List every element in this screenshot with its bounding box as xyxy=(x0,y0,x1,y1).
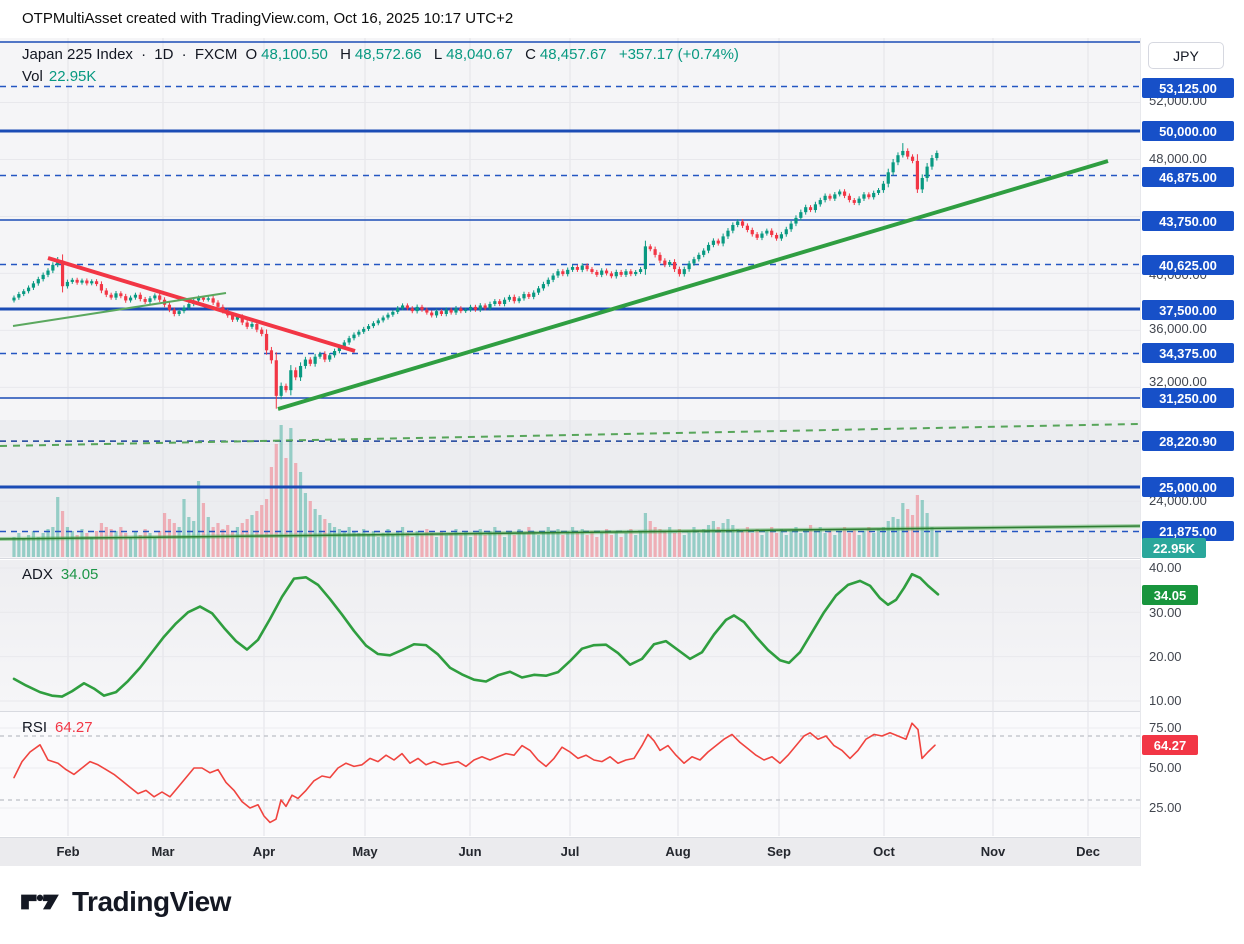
timeframe: 1D xyxy=(154,46,174,63)
volume-value: 22.95K xyxy=(48,68,97,85)
price-level-badge: 53,125.00 xyxy=(1142,78,1234,98)
adx-scale-label: 40.00 xyxy=(1149,560,1182,575)
rsi-scale-label: 50.00 xyxy=(1149,760,1182,775)
rsi-legend[interactable]: RSI 64.27 xyxy=(22,719,93,736)
month-label: Feb xyxy=(56,844,80,859)
month-label: Mar xyxy=(151,844,175,859)
rsi-value-badge: 64.27 xyxy=(1142,735,1198,755)
adx-legend[interactable]: ADX 34.05 xyxy=(22,566,98,583)
price-level-badge: 34,375.00 xyxy=(1142,343,1234,363)
tradingview-logo-icon xyxy=(21,894,59,910)
price-scale-label: 48,000.00 xyxy=(1149,151,1207,166)
close-label: C 48,457.67 xyxy=(525,46,607,63)
low-value: 48,040.67 xyxy=(446,46,513,63)
close-value: 48,457.67 xyxy=(539,46,607,63)
month-label: May xyxy=(352,844,378,859)
month-label: Apr xyxy=(252,844,276,859)
high-value: 48,572.66 xyxy=(354,46,422,63)
tradingview-logo-text: TradingView xyxy=(72,886,231,917)
symbol-legend[interactable]: Japan 225 Index · 1D · FXCM O 48,100.50 H… xyxy=(22,46,743,63)
tradingview-logo[interactable]: TradingView xyxy=(20,886,231,918)
rsi-scale-label: 25.00 xyxy=(1149,800,1182,815)
month-label: Jun xyxy=(458,844,482,859)
rsi-value: 64.27 xyxy=(55,719,93,736)
adx-scale-label: 10.00 xyxy=(1149,693,1182,708)
separator: · xyxy=(141,46,147,63)
month-label: Sep xyxy=(767,844,791,859)
volume-legend[interactable]: Vol 22.95K xyxy=(22,68,96,85)
month-label: Dec xyxy=(1076,844,1100,859)
volume-value-badge: 22.95K xyxy=(1142,538,1206,558)
rsi-scale-label: 75.00 xyxy=(1149,720,1182,735)
open-value: 48,100.50 xyxy=(261,46,328,63)
exchange: FXCM xyxy=(194,46,238,63)
month-label: Aug xyxy=(665,844,691,859)
currency-button[interactable]: JPY xyxy=(1148,42,1224,69)
price-level-badge: 28,220.90 xyxy=(1142,431,1234,451)
price-level-badge: 25,000.00 xyxy=(1142,477,1234,497)
chart-canvas[interactable] xyxy=(0,38,1140,836)
price-level-badge: 46,875.00 xyxy=(1142,167,1234,187)
adx-label: ADX xyxy=(22,566,53,583)
open-label: O 48,100.50 xyxy=(245,46,328,63)
rsi-label: RSI xyxy=(22,719,48,736)
symbol-name: Japan 225 Index xyxy=(22,46,133,63)
price-level-badge: 37,500.00 xyxy=(1142,300,1234,320)
volume-label: Vol xyxy=(22,68,43,85)
price-scale-label: 36,000.00 xyxy=(1149,321,1207,336)
adx-value: 34.05 xyxy=(60,566,99,583)
separator: · xyxy=(181,46,187,63)
low-label: L 48,040.67 xyxy=(433,46,513,63)
adx-scale-label: 30.00 xyxy=(1149,605,1182,620)
page-title: OTPMultiAsset created with TradingView.c… xyxy=(22,10,514,27)
high-label: H 48,572.66 xyxy=(340,46,422,63)
month-label: Nov xyxy=(980,844,1006,859)
change-value: +357.17 (+0.74%) xyxy=(618,46,739,63)
adx-scale-label: 20.00 xyxy=(1149,649,1182,664)
price-level-badge: 50,000.00 xyxy=(1142,121,1234,141)
adx-value-badge: 34.05 xyxy=(1142,585,1198,605)
price-level-badge: 40,625.00 xyxy=(1142,255,1234,275)
price-level-badge: 31,250.00 xyxy=(1142,388,1234,408)
month-label: Jul xyxy=(560,844,580,859)
price-level-badge: 43,750.00 xyxy=(1142,211,1234,231)
month-label: Oct xyxy=(873,844,895,859)
